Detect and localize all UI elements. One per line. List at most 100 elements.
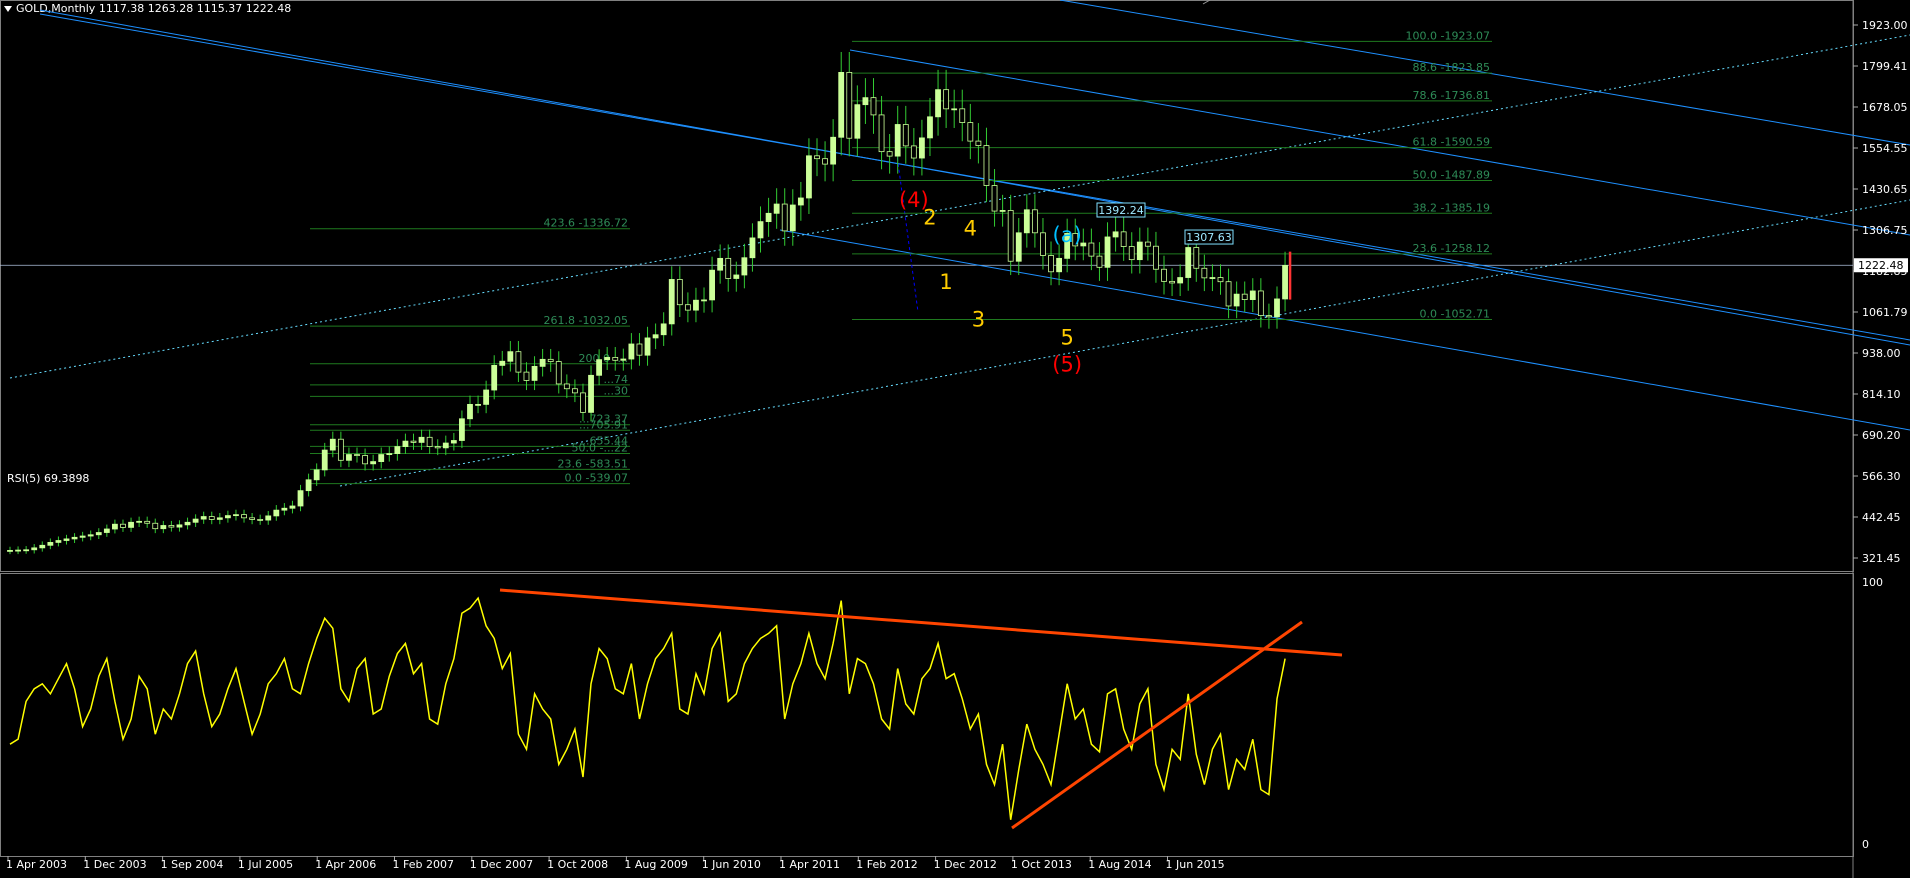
candle-body (1185, 247, 1192, 278)
candle-body (910, 145, 917, 159)
candle-body (1007, 210, 1014, 262)
candle-body (386, 453, 393, 455)
candle-body (1048, 255, 1054, 273)
candle-body (208, 516, 215, 520)
rsi-indicator (9, 588, 1343, 830)
candle-body (483, 389, 490, 405)
candle-body (676, 279, 683, 306)
candle-body (636, 343, 643, 356)
candle-body (789, 204, 796, 232)
fib-upper-label: 50.0 -1487.89 (1413, 168, 1490, 181)
candle-body (23, 549, 30, 552)
candle-body (1177, 277, 1184, 284)
candle-body (1233, 293, 1240, 307)
candle-body (1201, 267, 1208, 279)
dashed-trendline (9, 34, 1910, 379)
time-tick-label: 1 Dec 2003 (83, 858, 146, 871)
candle-body (975, 140, 982, 146)
candle-body (660, 323, 667, 336)
candle-body (1225, 281, 1232, 307)
candle-body (668, 279, 675, 325)
candle-body (281, 507, 288, 511)
time-tick-label: 1 Jul 2005 (238, 858, 293, 871)
candle-body (402, 440, 409, 447)
candle-body (814, 155, 820, 160)
rsi-support-trendline (1011, 620, 1303, 830)
candle-body (249, 517, 256, 520)
candle-body (572, 388, 578, 394)
candle-body (1249, 290, 1256, 300)
candle-body (1015, 232, 1022, 262)
candle-body (927, 116, 933, 139)
fib-upper-label: 38.2 -1385.19 (1413, 201, 1490, 214)
candle-body (943, 89, 950, 110)
candle-body (797, 197, 804, 206)
wave-label: 1 (939, 270, 952, 294)
candle-body (1209, 277, 1216, 279)
wave-label: (5) (1052, 352, 1082, 376)
candle-body (1040, 232, 1046, 256)
candle-body (394, 446, 401, 454)
candle-body (757, 221, 764, 239)
fib-upper-label: 61.8 -1590.59 (1413, 136, 1490, 149)
candle-body (878, 114, 885, 153)
axes: 1923.00 1799.41 1678.05 1554.55 1430.65 1306.… (6, 19, 1908, 871)
candle-body (773, 203, 780, 214)
time-tick-label: 1 Feb 2007 (393, 858, 454, 871)
candle-body (265, 515, 272, 521)
price-tick-label: 690.20 (1862, 429, 1901, 442)
candle-body (894, 124, 901, 157)
time-tick-label: 1 Apr 2006 (315, 858, 376, 871)
time-tick-label: 1 Dec 2012 (934, 858, 997, 871)
candle-body (919, 137, 925, 159)
time-tick-label: 1 Sep 2004 (161, 858, 224, 871)
candle-body (628, 343, 635, 360)
candle-body (120, 523, 126, 528)
candle-body (1088, 242, 1095, 257)
candle-body (862, 97, 869, 106)
rsi-tick-label: 100 (1862, 576, 1883, 589)
candle-body (515, 351, 522, 373)
candle-body (652, 334, 659, 339)
candle-body (1169, 280, 1175, 284)
candle-body (329, 438, 336, 451)
fib-lower-label: ...30 (604, 384, 629, 397)
candle-body (1128, 246, 1135, 261)
candle-body (233, 514, 239, 517)
candle-body (337, 438, 344, 461)
candle-body (846, 72, 853, 139)
wave-label: 2 (923, 205, 936, 229)
candle-body (297, 490, 304, 507)
candle-body (136, 520, 143, 523)
wave-label: (a) (1053, 223, 1082, 247)
candle-body (822, 158, 828, 165)
candle-body (1112, 231, 1119, 238)
candle-body (426, 436, 433, 447)
time-tick-label: 1 Dec 2007 (470, 858, 533, 871)
price-tick-label: 814.10 (1862, 388, 1901, 401)
candle-body (1023, 209, 1030, 234)
chart-canvas[interactable]: 100.0 -1923.07 88.6 -1823.85 78.6 -1736.81… (0, 0, 1910, 878)
candle-body (1282, 264, 1288, 300)
candle-body (806, 155, 812, 199)
candle-body (588, 374, 594, 413)
wave-label: 3 (972, 308, 985, 332)
candle-body (684, 304, 691, 311)
candle-body (160, 525, 167, 530)
candle-body (1144, 241, 1151, 247)
candle-body (200, 516, 207, 520)
candle-body (39, 544, 46, 549)
candle-body (951, 108, 958, 111)
time-tick-label: 1 Jun 2010 (702, 858, 761, 871)
main-pane-border (0, 0, 1854, 572)
wave-label: 5 (1060, 325, 1073, 349)
candle-body (55, 540, 62, 543)
candle-body (854, 104, 861, 139)
candle-body (362, 455, 368, 465)
candle-body (7, 550, 13, 552)
candle-body (467, 403, 473, 420)
candle-body (410, 440, 417, 443)
candle-body (620, 358, 627, 361)
time-tick-label: 1 Feb 2012 (856, 858, 917, 871)
candle-body (507, 351, 514, 362)
